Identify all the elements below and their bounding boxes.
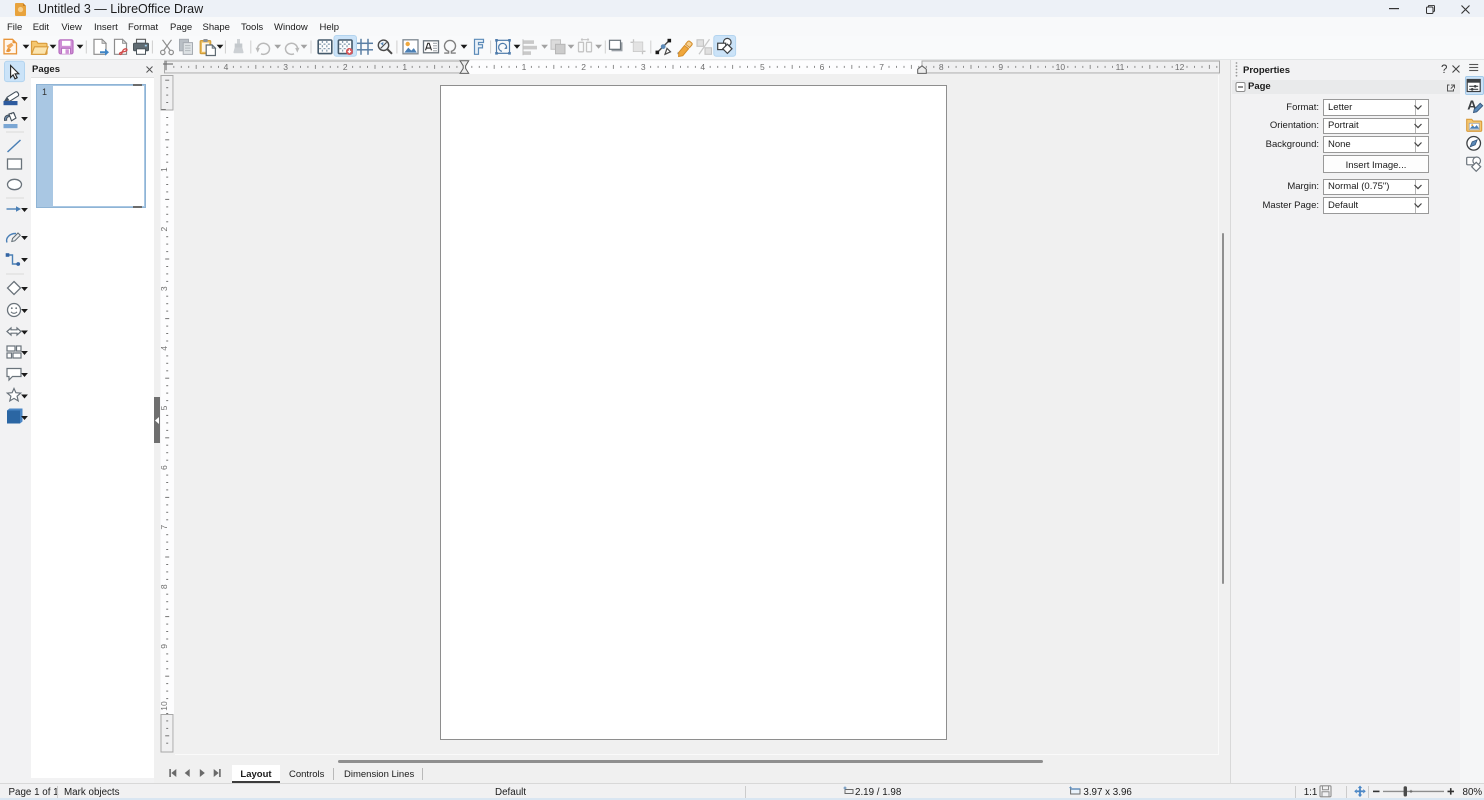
- svg-text:1: 1: [159, 167, 169, 172]
- svg-text:5: 5: [159, 405, 169, 410]
- svg-text:6: 6: [159, 465, 169, 470]
- svg-text:11: 11: [1116, 62, 1125, 72]
- svg-text:9: 9: [159, 644, 169, 649]
- svg-text:5: 5: [760, 62, 765, 72]
- svg-text:7: 7: [159, 525, 169, 530]
- svg-text:12: 12: [1175, 62, 1185, 72]
- svg-text:3: 3: [641, 62, 646, 72]
- svg-text:8: 8: [159, 584, 169, 589]
- svg-text:4: 4: [159, 346, 169, 351]
- svg-text:2: 2: [159, 227, 169, 232]
- svg-text:10: 10: [1056, 62, 1066, 72]
- svg-text:1: 1: [402, 62, 407, 72]
- svg-text:3: 3: [283, 62, 288, 72]
- svg-text:4: 4: [224, 62, 229, 72]
- svg-text:4: 4: [700, 62, 705, 72]
- svg-text:1: 1: [522, 62, 527, 72]
- svg-text:10: 10: [159, 701, 169, 711]
- svg-text:9: 9: [998, 62, 1003, 72]
- svg-text:2: 2: [581, 62, 586, 72]
- svg-text:6: 6: [820, 62, 825, 72]
- svg-text:2: 2: [343, 62, 348, 72]
- svg-text:3: 3: [159, 286, 169, 291]
- svg-text:8: 8: [939, 62, 944, 72]
- svg-text:7: 7: [879, 62, 884, 72]
